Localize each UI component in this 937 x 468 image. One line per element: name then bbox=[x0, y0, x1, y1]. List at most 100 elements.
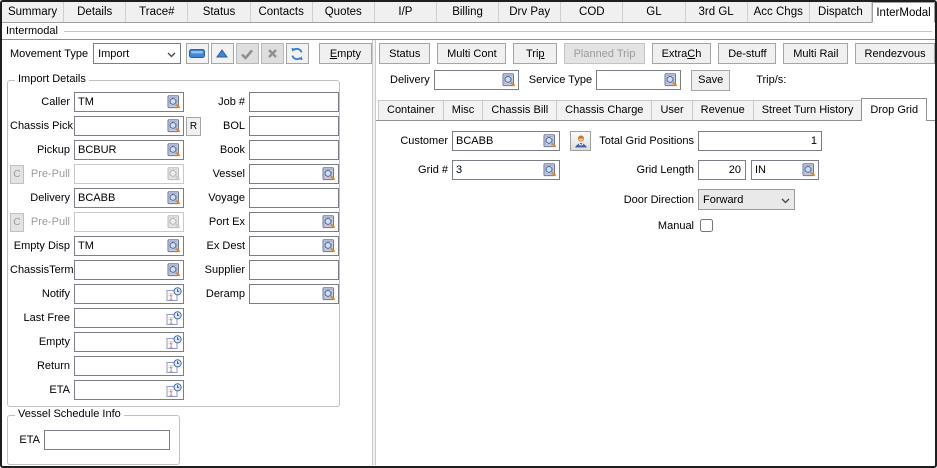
rendezvous-button[interactable]: Rendezvous bbox=[855, 43, 935, 64]
lookup-icon[interactable] bbox=[664, 73, 679, 87]
delivery-field bbox=[74, 188, 184, 208]
lookup-icon[interactable] bbox=[543, 134, 558, 148]
total-grid-positions-input[interactable] bbox=[698, 131, 822, 151]
lookup-icon[interactable] bbox=[322, 215, 337, 229]
return-input[interactable] bbox=[75, 358, 166, 374]
trip-button[interactable]: Trip bbox=[513, 43, 557, 64]
chassisterm-input[interactable] bbox=[75, 262, 167, 278]
detail-tab-container[interactable]: Container bbox=[378, 100, 444, 120]
bol-input[interactable] bbox=[249, 116, 339, 136]
status-button[interactable]: Status bbox=[379, 43, 430, 64]
tab-details[interactable]: Details bbox=[64, 2, 126, 22]
multi-cont-button[interactable]: Multi Cont bbox=[437, 43, 506, 64]
refresh-button[interactable] bbox=[286, 43, 309, 64]
button-label-part: Status bbox=[389, 48, 420, 60]
notify-input[interactable] bbox=[75, 286, 166, 302]
delivery-input[interactable] bbox=[435, 72, 502, 88]
vessel-eta-input[interactable] bbox=[44, 430, 170, 450]
tab-contacts[interactable]: Contacts bbox=[251, 2, 313, 22]
lookup-icon[interactable] bbox=[322, 239, 337, 253]
empty-button[interactable]: Empty bbox=[319, 43, 372, 64]
movement-type-label: Movement Type bbox=[10, 48, 88, 60]
tab-i-p[interactable]: I/P bbox=[375, 2, 437, 22]
customer-contact-button[interactable] bbox=[570, 131, 591, 151]
lookup-icon[interactable] bbox=[167, 119, 182, 133]
tab-3rd-gl[interactable]: 3rd GL bbox=[686, 2, 748, 22]
job-input[interactable] bbox=[249, 92, 339, 112]
lookup-icon[interactable] bbox=[167, 263, 182, 277]
notify-label: Notify bbox=[10, 288, 70, 300]
tab-trace[interactable]: Trace# bbox=[126, 2, 188, 22]
movement-type-select[interactable]: Import bbox=[93, 43, 181, 64]
up-triangle-button[interactable] bbox=[211, 43, 234, 64]
tab-cod[interactable]: COD bbox=[561, 2, 623, 22]
de-stuff-button[interactable]: De-stuff bbox=[718, 43, 776, 64]
lookup-icon[interactable] bbox=[802, 163, 817, 177]
supplier-input[interactable] bbox=[249, 260, 339, 280]
ex-dest-input[interactable] bbox=[250, 238, 322, 254]
datetime-icon[interactable]: 1 bbox=[166, 311, 182, 326]
button-label-part: p bbox=[538, 48, 544, 60]
datetime-icon[interactable]: 1 bbox=[166, 383, 182, 398]
port-ex-input[interactable] bbox=[250, 214, 322, 230]
chevron-down-icon bbox=[781, 198, 790, 204]
manual-checkbox[interactable] bbox=[700, 219, 713, 232]
detail-tab-user[interactable]: User bbox=[651, 100, 692, 120]
button-label-part: De-stuff bbox=[728, 48, 766, 60]
deramp-input[interactable] bbox=[250, 286, 322, 302]
tab-quotes[interactable]: Quotes bbox=[313, 2, 375, 22]
detail-tab-drop-grid[interactable]: Drop Grid bbox=[861, 98, 927, 121]
lookup-icon[interactable] bbox=[502, 73, 517, 87]
tab-acc-chgs[interactable]: Acc Chgs bbox=[748, 2, 810, 22]
datetime-icon[interactable]: 1 bbox=[166, 359, 182, 374]
save-button[interactable]: Save bbox=[691, 70, 730, 91]
caller-input[interactable] bbox=[75, 94, 167, 110]
last-free-input[interactable] bbox=[75, 310, 166, 326]
grid-length-unit-input[interactable] bbox=[752, 162, 802, 178]
book-input[interactable] bbox=[249, 140, 339, 160]
lookup-icon[interactable] bbox=[322, 287, 337, 301]
detail-tab-misc[interactable]: Misc bbox=[443, 100, 484, 120]
main-tab-bar: SummaryDetailsTrace#StatusContactsQuotes… bbox=[2, 2, 935, 23]
tab-dispatch[interactable]: Dispatch bbox=[810, 2, 872, 22]
service-type-input[interactable] bbox=[597, 72, 664, 88]
tab-intermodal[interactable]: InterModal bbox=[872, 2, 935, 23]
pre-pull-field bbox=[74, 212, 184, 232]
bol-label: BOL bbox=[204, 120, 245, 132]
eta-input[interactable] bbox=[75, 382, 166, 398]
lookup-icon[interactable] bbox=[167, 95, 182, 109]
empty-input[interactable] bbox=[75, 334, 166, 350]
multi-rail-button[interactable]: Multi Rail bbox=[783, 43, 848, 64]
grid-number-input[interactable] bbox=[453, 162, 543, 178]
prefix-pre-pull-button: C bbox=[10, 213, 24, 232]
lookup-icon[interactable] bbox=[167, 239, 182, 253]
field-row-pickup: Pickup bbox=[10, 138, 204, 162]
chassis-pick-input[interactable] bbox=[75, 118, 167, 134]
empty-disp-input[interactable] bbox=[75, 238, 167, 254]
tab-billing[interactable]: Billing bbox=[437, 2, 499, 22]
voyage-input[interactable] bbox=[249, 188, 339, 208]
detail-tab-chassis-bill[interactable]: Chassis Bill bbox=[482, 100, 557, 120]
datetime-icon[interactable]: 1 bbox=[166, 287, 182, 302]
lookup-icon[interactable] bbox=[167, 143, 182, 157]
grid-length-input[interactable] bbox=[698, 160, 746, 180]
tab-gl[interactable]: GL bbox=[623, 2, 685, 22]
vessel-input[interactable] bbox=[250, 166, 322, 182]
detail-tab-chassis-charge[interactable]: Chassis Charge bbox=[556, 100, 652, 120]
customer-input[interactable] bbox=[453, 133, 543, 149]
lookup-icon[interactable] bbox=[167, 191, 182, 205]
blue-bar-button[interactable] bbox=[186, 43, 209, 64]
extra-ch-button[interactable]: Extra Ch bbox=[652, 43, 712, 64]
lookup-icon[interactable] bbox=[543, 163, 558, 177]
delivery-input[interactable] bbox=[75, 190, 167, 206]
detail-tab-street-turn-history[interactable]: Street Turn History bbox=[753, 100, 863, 120]
pickup-input[interactable] bbox=[75, 142, 167, 158]
lookup-icon[interactable] bbox=[322, 167, 337, 181]
tab-summary[interactable]: Summary bbox=[2, 2, 64, 22]
tab-drv-pay[interactable]: Drv Pay bbox=[499, 2, 561, 22]
door-direction-select[interactable]: Forward bbox=[698, 189, 795, 210]
detail-tab-revenue[interactable]: Revenue bbox=[692, 100, 754, 120]
datetime-icon[interactable]: 1 bbox=[166, 335, 182, 350]
tab-status[interactable]: Status bbox=[188, 2, 250, 22]
suffix-chassis-pick-button[interactable]: R bbox=[186, 117, 201, 136]
